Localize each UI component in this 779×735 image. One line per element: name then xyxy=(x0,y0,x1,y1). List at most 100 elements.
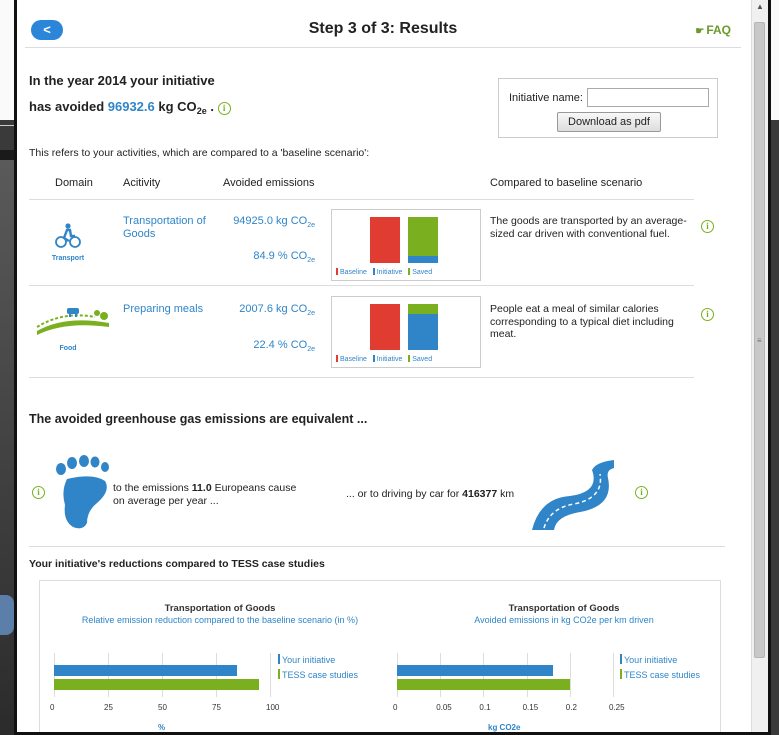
activity-transportation-link[interactable]: Transportation of Goods xyxy=(123,215,206,241)
gridline xyxy=(613,653,614,697)
tess-section-title: Your initiative's reductions compared to… xyxy=(29,558,325,570)
initiative-name-input[interactable] xyxy=(587,88,709,107)
legend-saved: Saved xyxy=(412,269,433,276)
legend-marker-saved xyxy=(408,355,411,362)
driving-prefix: ... or to driving by car for xyxy=(346,488,460,500)
x-tick-label: 0.2 xyxy=(565,703,577,712)
avoided-kg-food: 2007.6 kg CO2e xyxy=(225,303,315,317)
comparison-text-food: People eat a meal of similar calories co… xyxy=(490,303,674,340)
driving-suffix: km xyxy=(500,488,515,500)
legend-marker-initiative xyxy=(372,268,375,275)
unit-subscript: 2e xyxy=(307,257,315,264)
results-content: Step 3 of 3: Results < ☛ FAQ In the year … xyxy=(25,0,741,732)
column-header-compared: Compared to baseline scenario xyxy=(490,177,643,189)
europeans-equivalent-text: to the emissions 11.0 Europeans cause on… xyxy=(113,482,296,508)
legend-tess: TESS case studies xyxy=(282,670,359,680)
tess-chart-1-title: Transportation of Goods xyxy=(164,603,276,614)
activity-meals-link[interactable]: Preparing meals xyxy=(123,303,203,316)
unit-subscript: 2e xyxy=(307,310,315,317)
your-initiative-bar xyxy=(54,665,238,676)
europeans-line-2: on average per year ... xyxy=(113,495,219,507)
background-blue-shape xyxy=(0,595,14,635)
page-title: Step 3 of 3: Results xyxy=(308,20,458,37)
road-icon xyxy=(530,458,615,538)
scroll-up-arrow-icon[interactable]: ▲ xyxy=(756,2,764,11)
initiative-name-label: Initiative name: xyxy=(509,92,583,104)
download-pdf-button[interactable]: Download as pdf xyxy=(557,112,661,132)
chart-legend: Baseline Initiative Saved xyxy=(336,355,432,363)
legend-marker-tess xyxy=(278,669,280,679)
tess-chart-2-legend: Your initiative TESS case studies xyxy=(620,653,700,683)
results-window: Step 3 of 3: Results < ☛ FAQ In the year … xyxy=(14,0,771,735)
avoided-kg-transport: 94925.0 kg CO2e xyxy=(225,215,315,229)
faq-link[interactable]: ☛ FAQ xyxy=(695,23,731,37)
europeans-value: 11.0 xyxy=(191,482,212,494)
unit-subscript: 2e xyxy=(307,222,315,229)
driving-value: 416377 xyxy=(462,488,498,500)
baseline-description: This refers to your activities, which ar… xyxy=(29,147,370,159)
back-button[interactable]: < xyxy=(31,20,63,40)
x-tick-label: 0.15 xyxy=(522,703,539,712)
legend-marker-saved xyxy=(408,268,411,275)
summary-period: . xyxy=(210,99,214,114)
tess-chart-2-xlabel: kg CO2e xyxy=(488,723,521,732)
equivalents-title: The avoided greenhouse gas emissions are… xyxy=(29,412,368,426)
x-tick-label: 75 xyxy=(212,703,221,712)
pointing-hand-icon: ☛ xyxy=(695,26,705,37)
summary-line-2: has avoided 96932.6 kg CO2e . i xyxy=(29,99,231,116)
baseline-chart-food: Baseline Initiative Saved xyxy=(331,296,481,368)
gridline xyxy=(569,653,571,697)
tess-chart-2-subtitle: Avoided emissions in kg CO2e per km driv… xyxy=(474,615,654,625)
chart-legend: Baseline Initiative Saved xyxy=(336,268,432,276)
pct-unit: % CO xyxy=(277,250,308,262)
tess-case-studies-bar xyxy=(397,679,570,690)
vertical-scrollbar[interactable]: ▲ ≡ xyxy=(751,0,768,732)
table-divider xyxy=(29,199,694,200)
summary-unit: kg CO xyxy=(158,99,197,114)
x-tick-label: 100 xyxy=(266,703,280,712)
x-tick-label: 0.05 xyxy=(436,703,452,712)
legend-marker-initiative xyxy=(620,654,622,664)
info-icon[interactable]: i xyxy=(701,304,714,322)
header-bar: Step 3 of 3: Results < ☛ FAQ xyxy=(25,8,741,48)
bars-area xyxy=(370,304,445,350)
summary-prefix: has avoided xyxy=(29,99,105,114)
column-header-domain: Domain xyxy=(55,177,93,189)
activity-line-2: Goods xyxy=(123,228,156,240)
x-tick-label: 50 xyxy=(158,703,167,712)
legend-your-initiative: Your initiative xyxy=(282,655,336,665)
kg-unit: kg CO xyxy=(276,303,308,315)
bicycle-icon xyxy=(55,222,81,255)
gridline xyxy=(270,653,271,697)
legend-tess: TESS case studies xyxy=(624,670,701,680)
tess-chart-1-subtitle: Relative emission reduction compared to … xyxy=(81,615,359,625)
activity-line-1: Transportation of xyxy=(123,215,206,227)
legend-marker-baseline xyxy=(336,268,338,275)
tess-chart-1-legend: Your initiative TESS case studies xyxy=(278,653,358,683)
x-tick-label: 0 xyxy=(50,703,55,712)
info-icon[interactable]: i xyxy=(701,216,714,234)
info-icon[interactable]: i xyxy=(217,102,231,115)
summary-line-1: In the year 2014 your initiative xyxy=(29,73,215,88)
legend-initiative: Initiative xyxy=(376,356,403,363)
europeans-prefix: to the emissions xyxy=(113,482,189,494)
pct-value: 22.4 xyxy=(253,339,275,351)
summary-unit-subscript: 2e xyxy=(196,106,207,116)
info-icon[interactable]: i xyxy=(32,482,45,500)
x-tick-label: 0 xyxy=(393,703,398,712)
column-header-avoided: Avoided emissions xyxy=(223,177,315,189)
europeans-suffix: Europeans cause xyxy=(214,482,297,494)
farm-field-icon xyxy=(35,305,111,340)
legend-your-initiative: Your initiative xyxy=(624,655,678,665)
avoided-pct-transport: 84.9 % CO2e xyxy=(225,250,315,264)
pct-unit: % CO xyxy=(277,339,308,351)
legend-marker-initiative xyxy=(278,654,280,664)
avoided-pct-food: 22.4 % CO2e xyxy=(225,339,315,353)
initiative-bar xyxy=(408,314,438,350)
scrollbar-thumb[interactable]: ≡ xyxy=(754,22,765,658)
domain-label-transport: Transport xyxy=(51,255,85,262)
info-icon[interactable]: i xyxy=(635,482,648,500)
x-tick-label: 0.1 xyxy=(479,703,491,712)
initiative-bar xyxy=(408,256,438,263)
legend-baseline: Baseline xyxy=(340,269,367,276)
